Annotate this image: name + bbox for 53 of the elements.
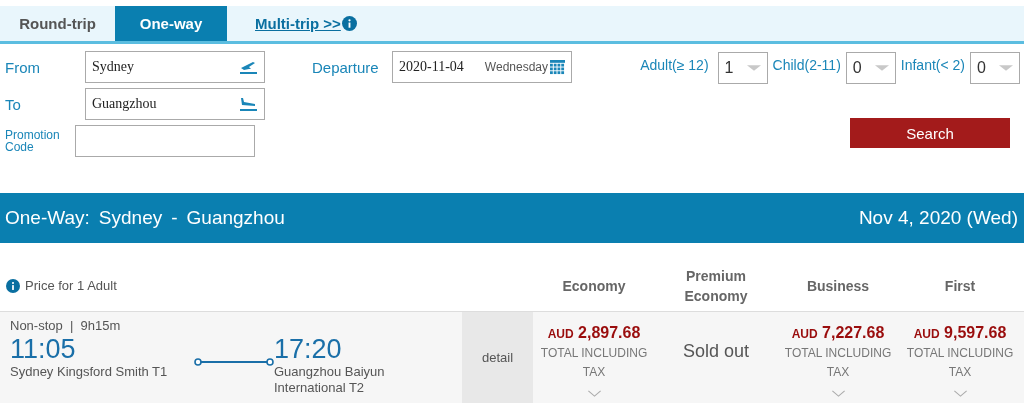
arrival-time: 17:20 xyxy=(274,334,342,364)
caret-icon xyxy=(746,65,761,71)
passenger-select[interactable]: 1 xyxy=(717,52,768,84)
flight-date: Nov 4, 2020 (Wed) xyxy=(858,207,1018,229)
passenger-label: Child(2-11) xyxy=(772,57,841,73)
arrival-airport: Guangzhou Baiyun International T2 xyxy=(274,364,386,396)
trip-tab[interactable]: One-way xyxy=(115,6,227,41)
origin-city: Sydney xyxy=(98,207,163,229)
calendar-icon[interactable] xyxy=(550,59,565,75)
caret-icon xyxy=(999,65,1013,71)
chevron-icon[interactable] xyxy=(586,390,602,397)
destination-city: Guangzhou xyxy=(186,207,285,229)
from-field[interactable]: Sydney xyxy=(85,51,265,83)
promotion-code-label: Promotion Code xyxy=(4,129,61,153)
departure-time: 11:05 xyxy=(10,334,76,364)
chevron-icon[interactable] xyxy=(830,390,846,397)
passenger-label: Infant(< 2) xyxy=(900,57,965,73)
sold-out-text: Sold out xyxy=(682,341,750,362)
cabin-heading: First xyxy=(944,277,976,294)
detail-button[interactable]: detail xyxy=(462,312,533,403)
to-label: To xyxy=(4,95,22,113)
trip-type: One-Way: xyxy=(5,207,90,229)
departure-date-field[interactable]: 2020-11-04 Wednesday xyxy=(392,51,572,83)
price-note: Price for 1 Adult xyxy=(25,278,117,293)
flight-summary: Non-stop | 9h15m xyxy=(10,318,121,333)
to-field[interactable]: Guangzhou xyxy=(85,88,265,120)
search-button[interactable]: Search xyxy=(850,118,1010,148)
cabin-heading: Business xyxy=(806,277,870,294)
fare-note: TOTAL INCLUDING TAX xyxy=(783,345,893,381)
trip-tab[interactable]: Round-trip xyxy=(0,6,115,41)
chevron-icon[interactable] xyxy=(952,390,968,397)
passenger-label: Adult(≥ 12) xyxy=(640,57,709,73)
fare-price[interactable]: AUD 9,597.68 xyxy=(913,324,1007,342)
cabin-heading: Premium Economy xyxy=(684,267,748,304)
takeoff-icon xyxy=(238,59,258,75)
info-icon[interactable] xyxy=(6,278,20,293)
info-icon[interactable] xyxy=(341,16,357,31)
caret-icon xyxy=(874,65,889,71)
fare-price[interactable]: AUD 2,897.68 xyxy=(547,324,641,342)
cabin-heading: Economy xyxy=(562,277,626,294)
from-label: From xyxy=(4,58,41,76)
passenger-select[interactable]: 0 xyxy=(845,52,896,84)
departure-airport: Sydney Kingsford Smith T1 xyxy=(10,364,169,380)
fare-note: TOTAL INCLUDING TAX xyxy=(905,345,1015,381)
fare-price[interactable]: AUD 7,227.68 xyxy=(791,324,885,342)
departure-label: Departure xyxy=(312,58,380,76)
multi-trip-link[interactable]: Multi-trip >> xyxy=(255,15,341,32)
landing-icon xyxy=(238,96,258,112)
route-separator: - xyxy=(171,207,178,229)
route-line-icon xyxy=(194,357,274,367)
fare-note: TOTAL INCLUDING TAX xyxy=(539,345,649,381)
passenger-select[interactable]: 0 xyxy=(970,52,1020,84)
promotion-code-field[interactable] xyxy=(75,125,255,157)
